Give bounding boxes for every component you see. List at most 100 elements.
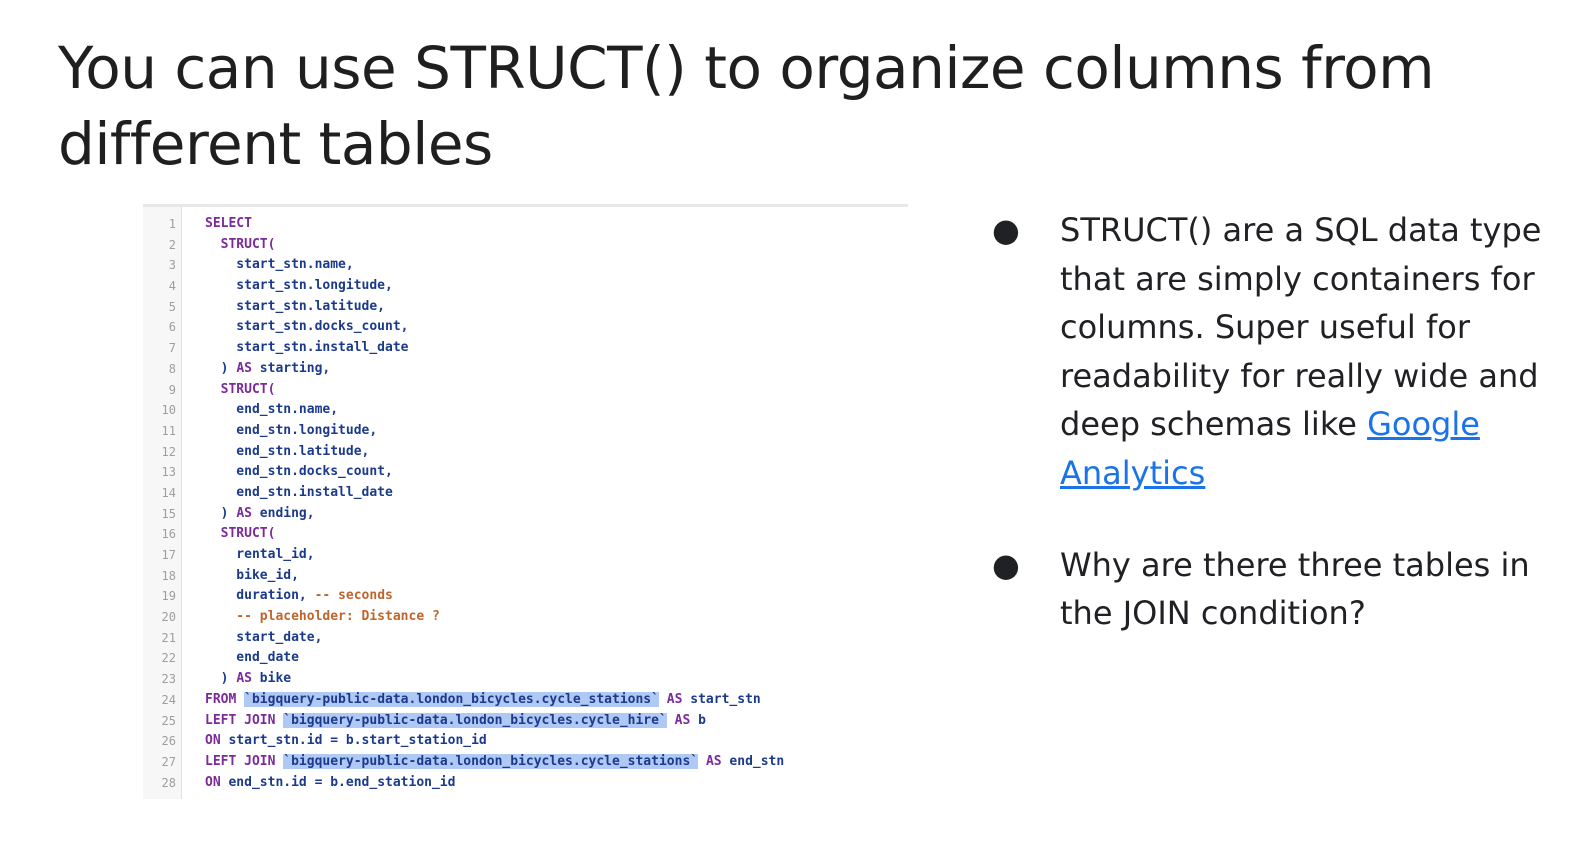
code-line: 21 start_date,	[143, 628, 908, 649]
highlighted-table-name: `bigquery-public-data.london_bicycles.cy…	[283, 753, 699, 769]
code-token: rental_id,	[205, 547, 315, 562]
code-token: )	[205, 360, 237, 376]
code-line: 12 end_stn.latitude,	[143, 442, 908, 463]
line-number: 17	[161, 548, 176, 562]
code-line: 9 STRUCT(	[143, 380, 908, 401]
code-token: end_stn.latitude,	[205, 443, 370, 459]
sql-keyword: LEFT JOIN	[205, 753, 276, 769]
code-line: 27 LEFT JOIN `bigquery-public-data.london…	[143, 752, 908, 773]
line-number: 19	[161, 589, 176, 604]
line-number: 11	[161, 423, 176, 438]
sql-comment: -- placeholder: Distance ?	[205, 609, 440, 625]
code-text: rental_id,	[205, 545, 315, 566]
line-number: 25	[161, 713, 176, 728]
code-text: end_stn.docks_count,	[205, 462, 393, 483]
code-line: 6 start_stn.docks_count,	[143, 317, 908, 338]
code-token: start_date,	[205, 629, 323, 645]
code-text: start_stn.latitude,	[205, 297, 385, 318]
line-number: 16	[161, 527, 176, 542]
bullet-dot-icon: ●	[992, 545, 1020, 584]
code-text: end_stn.install_date	[205, 483, 393, 504]
code-text: end_stn.longitude,	[205, 421, 377, 442]
line-number: 6	[168, 320, 176, 335]
sql-comment: -- seconds	[314, 588, 393, 604]
sql-keyword: FROM	[205, 691, 237, 707]
code-token: start_stn	[682, 691, 761, 707]
code-text: STRUCT(	[205, 380, 276, 401]
code-line: 26 ON start_stn.id = b.start_station_id	[143, 731, 908, 752]
bullet-dot-icon: ●	[992, 211, 1020, 249]
code-token: end_stn.install_date	[205, 484, 393, 500]
code-text: start_stn.name,	[205, 255, 354, 276]
line-number: 24	[161, 692, 176, 707]
bullet-item-struct: ● STRUCT() are a SQL data type that are …	[990, 206, 1550, 498]
code-text: ) AS starting,	[205, 359, 331, 380]
line-number: 1	[168, 217, 176, 231]
code-token: duration,	[205, 588, 315, 604]
code-token: end_stn.id = b.end_station_id	[220, 774, 456, 790]
code-text: end_stn.name,	[205, 400, 338, 421]
code-token: start_stn.id = b.start_station_id	[220, 733, 487, 749]
sql-keyword: SELECT	[205, 216, 252, 231]
code-line: 3 start_stn.name,	[143, 255, 908, 276]
line-number: 8	[168, 361, 176, 376]
line-number: 10	[161, 403, 176, 418]
code-token: end_stn.docks_count,	[205, 464, 393, 480]
line-number: 23	[161, 672, 176, 687]
line-number: 14	[161, 485, 176, 500]
code-line: 28 ON end_stn.id = b.end_station_id	[143, 773, 908, 794]
code-text: end_date	[205, 648, 299, 669]
code-line: 16 STRUCT(	[143, 524, 908, 545]
code-text: start_date,	[205, 628, 322, 649]
slide-title: You can use STRUCT() to organize columns…	[58, 34, 1435, 178]
code-text: STRUCT(	[205, 524, 276, 545]
code-text: ON start_stn.id = b.start_station_id	[205, 731, 487, 752]
code-token: start_stn.install_date	[205, 340, 409, 356]
line-number: 22	[161, 651, 176, 666]
code-line: 5 start_stn.latitude,	[143, 297, 908, 318]
code-token: end_stn	[721, 753, 785, 769]
code-token: ending,	[251, 505, 315, 521]
code-token: start_stn.name,	[205, 257, 354, 273]
sql-keyword: AS	[666, 691, 683, 707]
code-line: 22 end_date	[143, 648, 908, 669]
sql-keyword: LEFT JOIN	[205, 712, 276, 728]
code-text: bike_id,	[205, 566, 299, 587]
line-number: 18	[161, 568, 176, 583]
code-token: start_stn.longitude,	[205, 278, 393, 294]
line-number: 7	[168, 341, 176, 356]
sql-keyword: ON	[205, 774, 221, 790]
line-number: 3	[168, 258, 176, 273]
code-line: 8 ) AS starting,	[143, 359, 908, 380]
code-line: 18 bike_id,	[143, 566, 908, 587]
line-number: 12	[161, 444, 176, 459]
code-token: start_stn.latitude,	[205, 298, 386, 314]
code-text: duration, -- seconds	[205, 586, 393, 607]
code-line: 7 start_stn.install_date	[143, 338, 908, 359]
sql-keyword: AS	[674, 712, 691, 728]
code-text: SELECT	[205, 214, 252, 235]
code-text: STRUCT(	[205, 235, 276, 256]
code-line: 24 FROM `bigquery-public-data.london_bicy…	[143, 690, 908, 711]
code-token: end_stn.name,	[205, 402, 339, 418]
line-number: 26	[161, 734, 176, 749]
code-line: 23 ) AS bike	[143, 669, 908, 690]
code-token: b	[690, 712, 706, 728]
line-number: 5	[168, 299, 176, 314]
code-text: LEFT JOIN `bigquery-public-data.london_b…	[205, 752, 784, 773]
code-token: end_stn.longitude,	[205, 422, 378, 438]
code-line: 25 LEFT JOIN `bigquery-public-data.london…	[143, 711, 908, 732]
code-line: 2 STRUCT(	[143, 235, 908, 256]
sql-keyword: AS	[236, 505, 252, 521]
code-token: )	[205, 505, 237, 521]
bullet-text: Why are there three tables in the JOIN c…	[1060, 545, 1530, 633]
code-line: 20 -- placeholder: Distance ?	[143, 607, 908, 628]
code-text: ) AS ending,	[205, 504, 315, 525]
code-line: 14 end_stn.install_date	[143, 483, 908, 504]
code-text: ON end_stn.id = b.end_station_id	[205, 773, 455, 794]
code-line: 15 ) AS ending,	[143, 504, 908, 525]
